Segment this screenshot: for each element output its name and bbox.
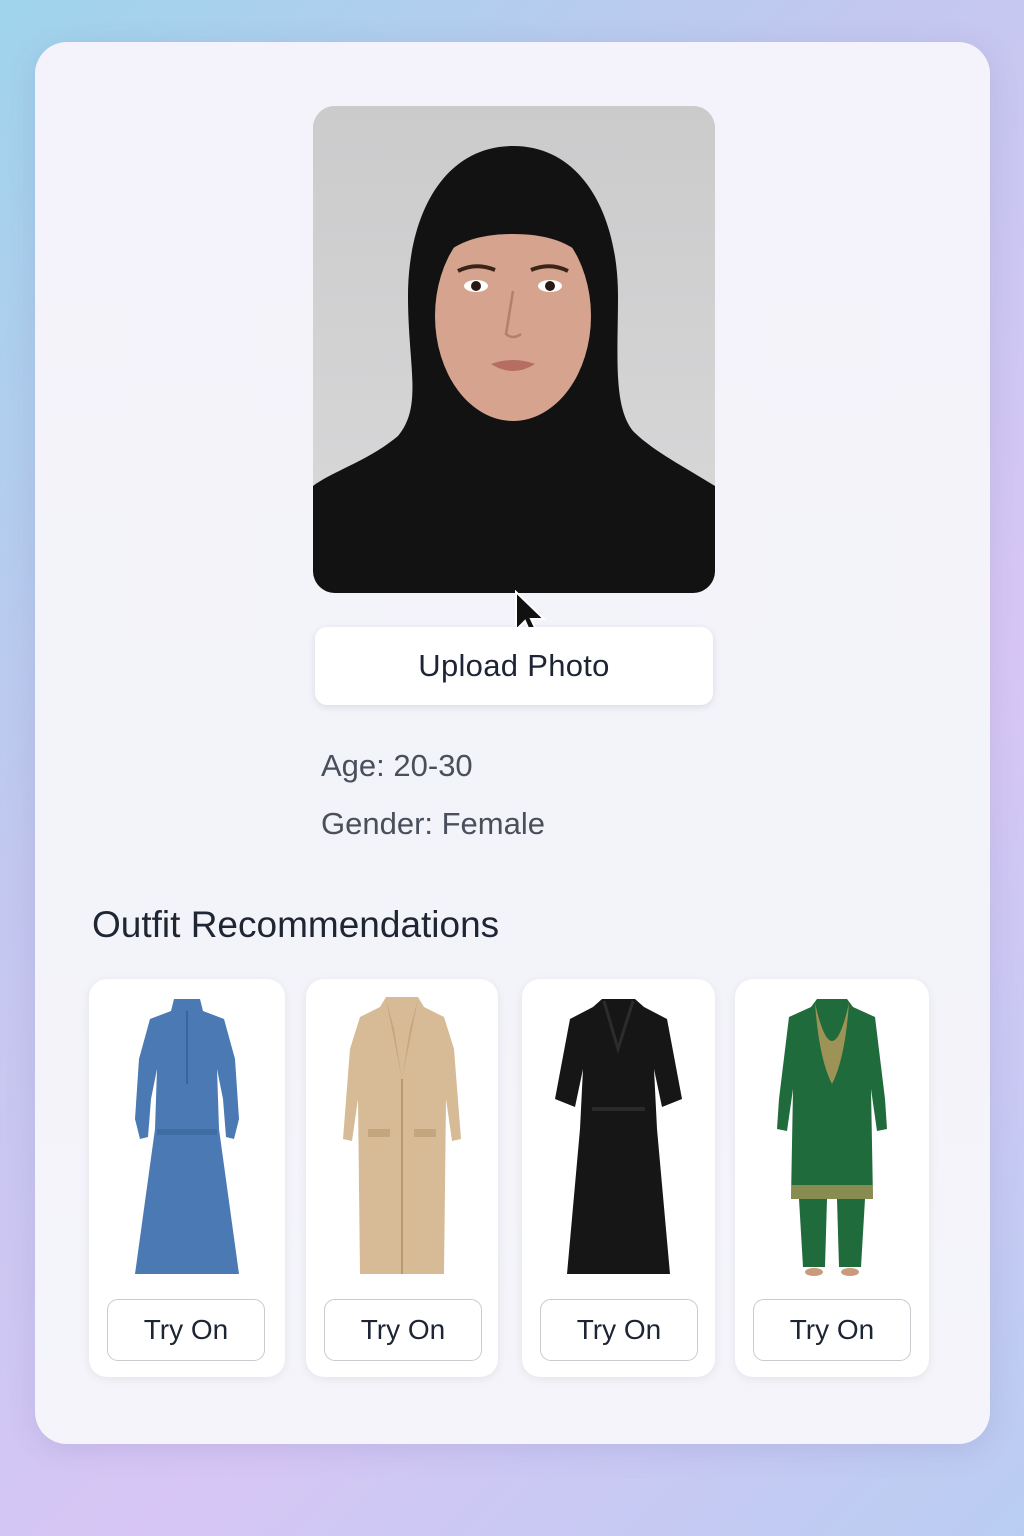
try-on-button[interactable]: Try On bbox=[107, 1299, 265, 1361]
outfit-card-blue-dress: Try On bbox=[89, 979, 285, 1377]
try-on-button[interactable]: Try On bbox=[753, 1299, 911, 1361]
outfit-card-green-kurta-set: Try On bbox=[735, 979, 929, 1377]
outfit-card-black-abaya: Try On bbox=[522, 979, 715, 1377]
beige-coat-image bbox=[343, 997, 461, 1274]
profile-photo bbox=[313, 106, 715, 593]
try-on-button[interactable]: Try On bbox=[324, 1299, 482, 1361]
outfit-card-beige-coat: Try On bbox=[306, 979, 498, 1377]
age-estimate: Age: 20-30 bbox=[321, 748, 473, 783]
black-abaya-image bbox=[555, 999, 682, 1274]
upload-photo-button[interactable]: Upload Photo bbox=[315, 627, 713, 705]
section-title: Outfit Recommendations bbox=[92, 904, 500, 945]
try-on-button[interactable]: Try On bbox=[540, 1299, 698, 1361]
gender-estimate: Gender: Female bbox=[321, 806, 545, 841]
main-card: Upload Photo Age: 20-30 Gender: Female O… bbox=[35, 42, 990, 1444]
green-kurta-set-image bbox=[777, 999, 887, 1276]
blue-dress-image bbox=[135, 999, 239, 1274]
